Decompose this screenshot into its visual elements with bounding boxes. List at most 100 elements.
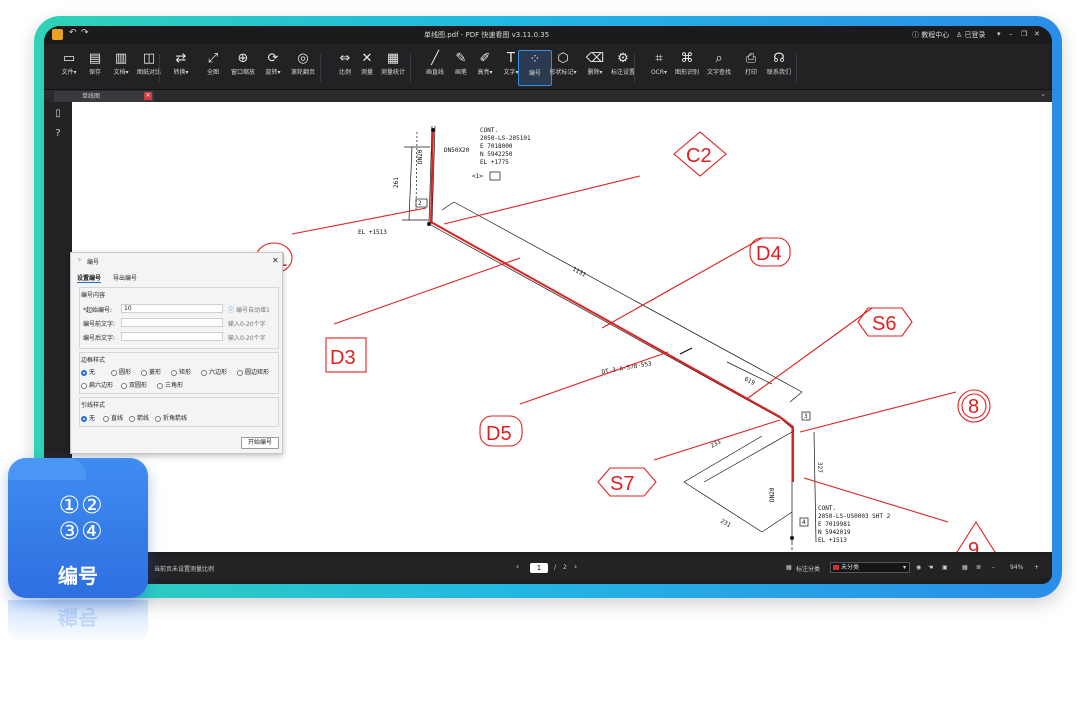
box-3-label: 3 xyxy=(804,413,808,420)
border-option-double-circle[interactable]: 双圆形 xyxy=(121,380,147,389)
radio xyxy=(129,415,135,422)
undo-icon[interactable]: ↶ xyxy=(69,28,77,38)
radio xyxy=(237,369,243,376)
leader-option-bent-arrow[interactable]: 折角箭线 xyxy=(155,413,187,422)
tool-label: 联系我们 xyxy=(766,69,791,76)
leader-option-arrow[interactable]: 箭线 xyxy=(129,413,149,422)
shape-recognize-icon: ⌘ xyxy=(680,51,694,66)
search-icon: ⌕ xyxy=(715,51,723,66)
info-icon: ⓘ xyxy=(228,307,235,314)
leader-option-none[interactable]: 无 xyxy=(81,413,95,422)
box-4-label: 4 xyxy=(802,519,806,526)
menu-dropdown-icon[interactable]: ▾ xyxy=(997,30,1001,38)
tool-label: 全图 xyxy=(206,69,219,76)
dim-vertical-line xyxy=(408,146,413,221)
prefix-input[interactable] xyxy=(121,318,223,327)
tab-document[interactable]: 单线图 ✕ xyxy=(54,91,154,102)
dialog-close-icon[interactable]: ✕ xyxy=(272,256,279,265)
collapse-icon[interactable]: ⌄ xyxy=(1040,90,1046,98)
bookmark-icon[interactable]: ▯ xyxy=(52,108,64,120)
leader-option-line[interactable]: 直线 xyxy=(103,413,123,422)
border-option-hexagon[interactable]: 六边形 xyxy=(201,367,227,376)
convert-icon: ⇄ xyxy=(175,51,187,66)
joint-node xyxy=(427,222,431,226)
measure-stats-icon: ▦ xyxy=(386,51,400,66)
border-option-triangle[interactable]: 三角形 xyxy=(157,380,183,389)
select-tool-icon[interactable]: ▣ xyxy=(942,564,948,571)
category-color-swatch xyxy=(833,565,839,570)
hand-tool-icon[interactable]: ☚ xyxy=(928,564,933,571)
border-option-none[interactable]: 无 xyxy=(81,367,95,376)
suffix-hint: 输入0-20个字 xyxy=(228,335,266,342)
tool-headset-button[interactable]: ☊ 联系我们 xyxy=(762,50,796,86)
radio xyxy=(141,369,147,376)
border-option-rounded-rect[interactable]: 圆边矩形 xyxy=(237,367,269,376)
shape-mark-icon: ⬡ xyxy=(557,51,569,66)
suffix-input[interactable] xyxy=(121,332,223,341)
tab-export-numbering[interactable]: 导出编号 xyxy=(113,273,137,282)
tool-rotate-button[interactable]: ⟳ 旋转▾ xyxy=(256,50,290,86)
tool-label: 窗口缩放 xyxy=(230,69,255,76)
next-page-icon[interactable]: › xyxy=(574,562,577,571)
cont-top-4: EL +1775 xyxy=(480,159,509,166)
tab-set-numbering[interactable]: 设置编号 xyxy=(77,273,102,283)
tool-search-button[interactable]: ⌕ 文字查找 xyxy=(702,50,736,86)
login-status[interactable]: ♙ 已登录 xyxy=(956,30,986,40)
cont-top-2: E 7018000 xyxy=(480,143,513,150)
close-tab-icon[interactable]: ✕ xyxy=(144,92,152,100)
cont-bottom-2: E 7019981 xyxy=(818,521,851,528)
prev-page-icon[interactable]: ‹ xyxy=(516,562,519,571)
help-center-link[interactable]: ⓘ 教程中心 xyxy=(912,30,949,40)
radio xyxy=(111,369,117,376)
cont-top-1: 2050-LS-205101 xyxy=(480,135,531,142)
close-icon[interactable]: ✕ xyxy=(1034,30,1040,38)
page-number-input[interactable]: 1 xyxy=(530,563,548,573)
tool-shape-recognize-button[interactable]: ⌘ 图形识别 xyxy=(670,50,704,86)
toolbar-separator xyxy=(796,54,797,82)
tool-fit-all-button[interactable]: ⤢ 全图 xyxy=(196,50,230,86)
minimize-icon[interactable]: – xyxy=(1009,30,1013,38)
numbered-circles-icon: ①② ③④ xyxy=(58,491,104,545)
compare-icon: ◫ xyxy=(142,51,156,66)
border-option-diamond[interactable]: 菱形 xyxy=(141,367,161,376)
chevron-down-icon: ▾ xyxy=(902,564,906,571)
leader-style-title: 引线样式 xyxy=(81,402,106,409)
border-option-flat-hexagon[interactable]: 扁六边形 xyxy=(81,380,113,389)
badge-label: 编号 xyxy=(58,564,98,588)
border-option-rect[interactable]: 矩形 xyxy=(171,367,191,376)
zoom-window-icon: ⊕ xyxy=(237,51,249,66)
redo-icon[interactable]: ↷ xyxy=(81,28,89,38)
list-view-icon[interactable]: ≣ xyxy=(976,564,981,571)
cont-bottom-3: N 5942019 xyxy=(818,529,851,536)
radio xyxy=(81,382,87,389)
scroll-page-icon: ◎ xyxy=(297,51,309,66)
start-numbering-button[interactable]: 开始编号 xyxy=(241,437,279,449)
leader-group xyxy=(79,397,279,427)
eye-icon[interactable]: ◉ xyxy=(916,564,921,571)
radio xyxy=(201,369,207,376)
help-icon[interactable]: ? xyxy=(52,128,64,140)
border-option-circle[interactable]: 圆形 xyxy=(111,367,131,376)
dialog-title: 编号 xyxy=(87,259,100,266)
tool-compare-button[interactable]: ◫ 图纸对比 xyxy=(132,50,166,86)
callout-8: 8 xyxy=(968,396,979,418)
tool-convert-button[interactable]: ⇄ 转换▾ xyxy=(164,50,198,86)
restore-icon[interactable]: ❐ xyxy=(1021,30,1027,38)
start-number-input[interactable]: 10 xyxy=(121,304,223,313)
dim-231-line xyxy=(683,435,763,483)
zoom-out-icon[interactable]: – xyxy=(992,564,995,571)
grid-view-icon[interactable]: ▦ xyxy=(962,564,968,571)
start-number-hint: 编号自动增1 xyxy=(236,307,270,314)
dn-top-label: DN50X20 xyxy=(444,147,470,154)
border-style-title: 边框样式 xyxy=(81,357,106,364)
dim-vertical-label: 261 xyxy=(393,177,400,188)
tool-scroll-page-button[interactable]: ◎ 滚轮翻页 xyxy=(286,50,320,86)
tool-zoom-window-button[interactable]: ⊕ 窗口缩放 xyxy=(226,50,260,86)
tool-shape-mark-button[interactable]: ⬡ 形状标记▾ xyxy=(546,50,580,86)
tool-measure-stats-button[interactable]: ▦ 测量统计 xyxy=(376,50,410,86)
category-label: 标注分类 xyxy=(796,566,821,573)
category-select[interactable]: 未分类 ▾ xyxy=(830,562,910,573)
cont-bottom-1: 2050-LS-US0003 SHT 2 xyxy=(818,513,891,520)
tool-label: 转换▾ xyxy=(173,69,189,76)
zoom-in-icon[interactable]: + xyxy=(1034,564,1039,571)
